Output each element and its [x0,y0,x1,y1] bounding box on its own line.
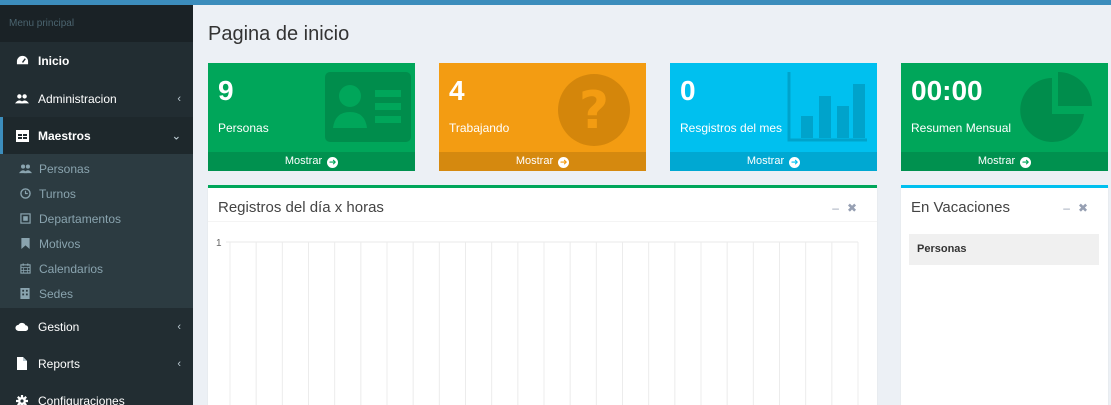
sidebar-item-gestion[interactable]: Gestion ‹ [0,308,193,345]
bar-chart-icon [787,72,867,142]
submenu-item-label: Calendarios [39,261,104,276]
arrow-circle-right-icon: ➜ [1020,157,1032,168]
stat-value: 0 [680,75,696,106]
submenu-item-personas[interactable]: Personas [0,156,193,181]
stat-label: Resumen Mensual [911,121,1012,135]
sidebar-item-inicio[interactable]: Inicio [0,42,193,80]
stat-box-trabajando: 4 Trabajando ? Mostrar ➜ [439,63,646,171]
stat-box-resumen: 00:00 Resumen Mensual Mostrar ➜ [901,63,1108,171]
submenu-item-label: Sedes [39,286,74,301]
sidebar-item-label: Inicio [38,54,70,68]
clock-icon [18,188,32,199]
calendar-icon [18,263,32,274]
submenu-item-motivos[interactable]: Motivos [0,231,193,256]
box-title: En Vacaciones [911,199,1010,216]
sidebar-item-administracion[interactable]: Administracion ‹ [0,80,193,117]
close-icon[interactable]: ✖ [1078,201,1096,215]
stat-label: Personas [218,121,269,135]
box-tools: –✖ [1063,201,1096,215]
more-info-link[interactable]: Mostrar ➜ [208,152,415,171]
file-icon [13,357,31,370]
table-icon [13,129,31,142]
submenu-item-turnos[interactable]: Turnos [0,181,193,206]
users-icon [13,93,31,105]
submenu-item-label: Motivos [39,236,81,251]
box-title: Registros del día x horas [218,199,384,216]
submenu-item-sedes[interactable]: Sedes [0,281,193,306]
sidebar-item-label: Reports [38,356,81,371]
sidebar-item-configuraciones[interactable]: Configuraciones [0,382,193,405]
arrow-circle-right-icon: ➜ [558,157,570,168]
sidebar-item-label: Configuraciones [38,393,125,405]
sidebar-item-label: Gestion [38,319,80,334]
sidebar-item-reports[interactable]: Reports ‹ [0,345,193,382]
more-info-label: Mostrar [284,155,323,167]
chart-area: 1 [208,221,877,405]
chart-box: Registros del día x horas –✖ 1 [208,185,877,405]
stat-box-registros: 0 Resgistros del mes Mostrar ➜ [670,63,877,171]
submenu-item-label: Departamentos [39,211,122,226]
stat-label: Resgistros del mes [680,121,783,135]
svg-text:?: ? [579,81,609,141]
submenu-item-label: Turnos [39,186,76,201]
chevron-left-icon: ‹ [177,357,181,370]
more-info-link[interactable]: Mostrar ➜ [670,152,877,171]
minimize-icon[interactable]: – [832,201,847,215]
chevron-left-icon: ‹ [177,320,181,333]
sidebar-item-label: Administracion [38,91,117,106]
sidebar-header: Menu principal [0,5,193,42]
close-icon[interactable]: ✖ [847,201,865,215]
cloud-icon [13,322,31,332]
gear-icon [13,394,31,405]
arrow-circle-right-icon: ➜ [789,157,801,168]
submenu-item-label: Personas [39,161,90,176]
table-header-personas: Personas [909,234,1099,265]
pie-chart-icon [1018,72,1094,142]
sidebar: Menu principal Inicio Administracion ‹ M… [0,5,193,405]
more-info-label: Mostrar [977,155,1016,167]
box-tools: –✖ [832,201,865,215]
stat-box-personas: 9 Personas Mostrar ➜ [208,63,415,171]
sidebar-item-maestros[interactable]: Maestros ⌄ [0,117,193,154]
chevron-left-icon: ‹ [177,92,181,105]
users-icon [18,164,32,174]
stat-value: 00:00 [911,75,983,106]
dashboard-icon [13,55,31,68]
arrow-circle-right-icon: ➜ [327,157,339,168]
more-info-link[interactable]: Mostrar ➜ [439,152,646,171]
main-content: Pagina de inicio 9 Personas Mostrar ➜ 4 … [193,5,1111,405]
chevron-down-icon: ⌄ [171,130,181,142]
vacations-box: En Vacaciones –✖ Personas [901,185,1108,405]
y-tick-label: 1 [216,238,222,249]
more-info-label: Mostrar [515,155,554,167]
question-circle-icon: ? [556,72,632,146]
stat-value: 9 [218,75,234,106]
stat-label: Trabajando [449,121,510,135]
square-icon [18,213,32,224]
bookmark-icon [18,238,32,249]
page-title: Pagina de inicio [208,23,350,45]
more-info-link[interactable]: Mostrar ➜ [901,152,1108,171]
building-icon [18,288,32,299]
more-info-label: Mostrar [746,155,785,167]
minimize-icon[interactable]: – [1063,201,1078,215]
stat-value: 4 [449,75,465,106]
id-card-icon [325,72,411,142]
line-chart: 1 [216,238,859,405]
sidebar-item-label: Maestros [38,128,91,143]
submenu-maestros: Personas Turnos Departamentos Motivos Ca… [0,154,193,308]
submenu-item-calendarios[interactable]: Calendarios [0,256,193,281]
submenu-item-departamentos[interactable]: Departamentos [0,206,193,231]
